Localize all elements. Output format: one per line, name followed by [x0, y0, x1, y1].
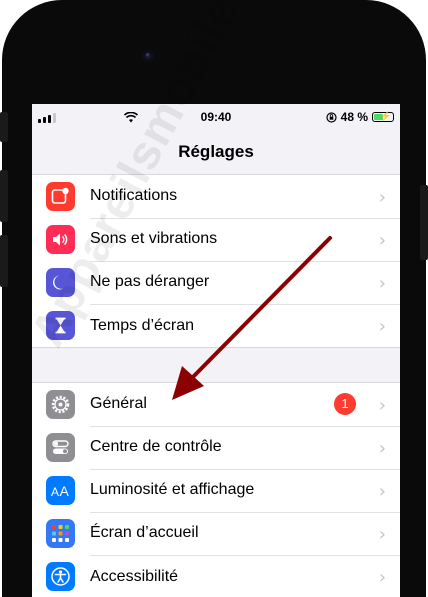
power-button — [420, 185, 428, 260]
settings-item-luminosite-et-affichage[interactable]: A A Luminosité et affichage › — [32, 469, 400, 513]
settings-item-label: Luminosité et affichage — [90, 481, 255, 498]
chevron-right-icon: › — [378, 437, 386, 459]
chevron-right-icon: › — [378, 186, 386, 208]
settings-item-label: Centre de contrôle — [90, 438, 222, 455]
settings-item-ecran-d-accueil[interactable]: Écran d’accueil › — [32, 512, 400, 556]
settings-item-label: Écran d’accueil — [90, 524, 199, 541]
chevron-right-icon: › — [378, 480, 386, 502]
battery-icon: ⚡ — [372, 111, 394, 122]
notification-badge: 1 — [334, 392, 356, 415]
accessibility-icon — [46, 562, 75, 591]
page-title: Réglages — [178, 142, 254, 161]
notifications-icon — [46, 182, 75, 211]
status-bar: 09:40 48 % ⚡ — [32, 104, 400, 130]
chevron-right-icon: › — [378, 272, 386, 294]
volume-up-button — [0, 170, 8, 222]
chevron-right-icon: › — [378, 229, 386, 251]
settings-item-centre-de-controle[interactable]: Centre de contrôle › — [32, 426, 400, 470]
group-separator — [32, 348, 400, 382]
home-grid-icon — [46, 519, 75, 548]
settings-item-label: Général — [90, 395, 147, 412]
svg-text:A: A — [60, 483, 70, 499]
chevron-right-icon: › — [378, 316, 386, 337]
chevron-right-icon: › — [378, 523, 386, 545]
settings-item-general[interactable]: Général 1 › — [32, 383, 400, 427]
chevron-right-icon: › — [378, 567, 386, 588]
settings-item-label: Accessibilité — [90, 567, 179, 585]
text-size-icon: AA — [46, 476, 75, 505]
settings-screen: 09:40 48 % ⚡ Réglages Notifications › Sons… — [32, 104, 400, 597]
orientation-lock-icon — [326, 111, 337, 123]
battery-percent: 48 % — [340, 110, 368, 124]
settings-item-accessibilite[interactable]: Accessibilité › — [32, 555, 400, 597]
camera-icon — [142, 50, 154, 62]
settings-group-2: Général 1 › Centre de contrôle › A A Luminosité… — [32, 382, 400, 597]
volume-down-button — [0, 235, 8, 287]
settings-item-label: Temps d’écran — [90, 316, 195, 334]
side-button — [0, 112, 8, 142]
svg-text:A: A — [51, 485, 59, 499]
toggles-icon — [46, 433, 75, 462]
gear-icon — [46, 390, 75, 419]
chevron-right-icon: › — [378, 394, 386, 416]
